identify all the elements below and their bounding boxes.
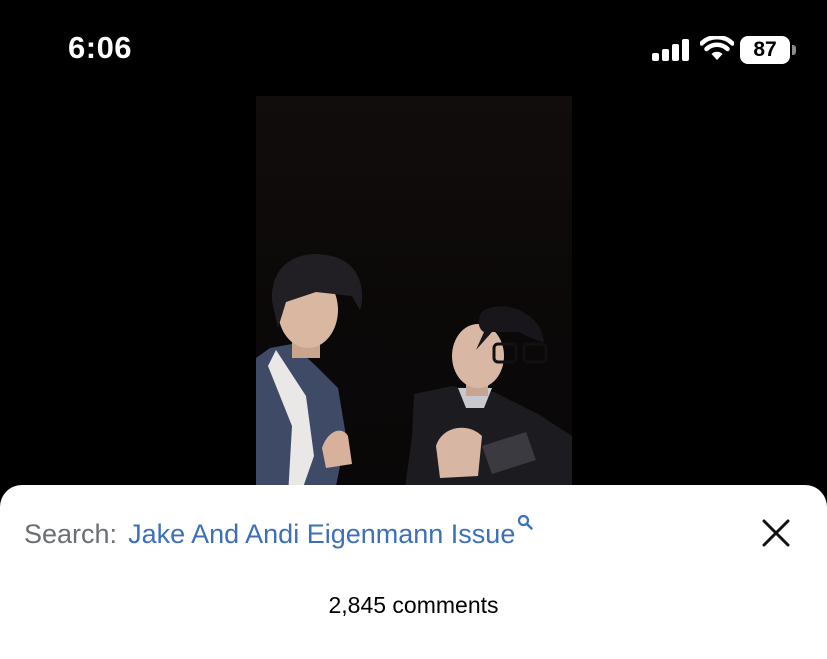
- search-icon[interactable]: [517, 514, 534, 530]
- right-person-hand: [436, 427, 482, 478]
- battery-level: 87: [753, 38, 777, 61]
- right-person-glasses-right: [522, 342, 548, 364]
- battery-cap: [792, 45, 796, 55]
- wifi-icon: [700, 36, 734, 60]
- right-person-sweater: [404, 386, 572, 496]
- close-icon[interactable]: [760, 517, 792, 549]
- comment-count: 2,845 comments: [328, 592, 499, 618]
- search-label: Search:: [24, 519, 118, 549]
- status-time: 6:06: [68, 30, 133, 65]
- battery-icon: 87: [740, 36, 796, 64]
- video-frame: [256, 253, 572, 496]
- status-bar: 6:06 87: [0, 0, 827, 90]
- search-query-link[interactable]: Jake And Andi Eigenmann Issue: [128, 519, 515, 550]
- comments-sheet: Search: Jake And Andi Eigenmann Issue 2,…: [0, 485, 827, 659]
- video-player[interactable]: [256, 96, 572, 496]
- signal-icon: [652, 39, 689, 61]
- right-person-face: [452, 324, 504, 388]
- search-suggestion[interactable]: Search: Jake And Andi Eigenmann Issue: [24, 514, 534, 559]
